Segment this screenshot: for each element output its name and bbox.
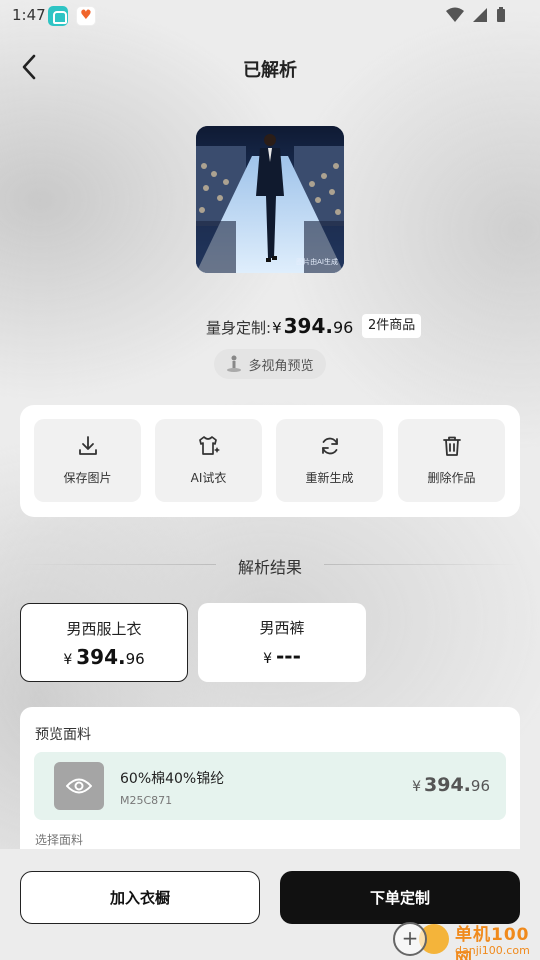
page-title: 已解析 [243,60,297,81]
fabric-price-currency: ¥ [412,779,422,795]
fabric-code: M25C871 [120,794,173,807]
plus-circle-icon: + [393,922,427,956]
divider-line-right [324,564,520,565]
multiview-label: 多视角预览 [248,358,314,374]
delete-work-button[interactable]: 删除作品 [398,419,505,502]
multiview-preview-button[interactable]: 多视角预览 [214,349,326,379]
trash-icon [442,436,461,456]
price-decimal: 96 [332,318,354,337]
select-fabric-label: 选择面料 [35,833,84,847]
save-image-button[interactable]: 保存图片 [34,419,141,502]
result-item-trousers[interactable]: 男西裤 ¥ --- [198,603,366,682]
save-image-label: 保存图片 [63,471,112,485]
fabric-card: 预览面料 60%棉40%锦纶 M25C871 ¥ 394. 96 选择面料 [20,707,520,849]
total-price: 量身定制: ¥ 394. 96 [206,314,353,340]
result-price-integer: 394. [76,645,126,669]
runway-model-illustration [196,126,344,273]
price-currency: ¥ [272,319,282,337]
analysis-result-divider: 解析结果 [20,552,520,578]
result-item-name: 男西服上衣 [66,620,142,638]
fabric-preview-button[interactable] [54,762,104,810]
download-icon [78,436,97,455]
regenerate-button[interactable]: 重新生成 [276,419,383,502]
price-integer: 394. [283,314,333,338]
result-item-name: 男西裤 [259,619,305,637]
shirt-sparkle-icon [198,436,220,455]
status-bar: 1:47 ♥ [0,0,540,32]
person-stand-icon [227,355,242,372]
status-indicators [446,7,506,23]
fabric-price-integer: 394. [424,774,471,796]
add-to-wardrobe-button[interactable]: 加入衣橱 [20,871,260,924]
status-time: 1:47 [12,6,46,24]
fabric-name: 60%棉40%锦纶 [120,771,225,787]
place-order-button[interactable]: 下单定制 [280,871,520,924]
fabric-option[interactable]: 60%棉40%锦纶 M25C871 ¥ 394. 96 [34,752,506,820]
action-card: 保存图片 AI试衣 重新生成 删除作品 [20,405,520,517]
price-label: 量身定制: [206,319,272,337]
heart-app-icon: ♥ [76,6,96,26]
signal-icon [473,8,487,22]
refresh-icon [321,437,338,455]
result-item-price: ¥ --- [198,644,366,668]
ai-generated-watermark: 图片由AI生成 [296,258,338,266]
fabric-price: ¥ 394. 96 [412,774,490,796]
ai-try-on-label: AI试衣 [190,471,227,485]
fabric-section-title: 预览面料 [35,727,91,743]
result-price-decimal: 96 [125,650,145,668]
site-watermark: + 单机100网 danji100.com [393,920,540,960]
section-title: 解析结果 [237,558,302,577]
watermark-site-url: danji100.com [455,944,530,957]
delete-work-label: 删除作品 [427,471,476,485]
items-count-badge[interactable]: 2件商品 [362,314,422,338]
eye-icon [66,778,92,794]
fabric-price-decimal: 96 [470,777,490,795]
regenerate-label: 重新生成 [305,471,354,485]
app-notification-icon [48,6,68,26]
generated-outfit-image[interactable]: 图片由AI生成 [196,126,344,273]
wifi-icon [446,7,464,22]
result-item-jacket[interactable]: 男西服上衣 ¥ 394. 96 [20,603,188,682]
result-item-price: ¥ 394. 96 [21,645,187,669]
ai-try-on-button[interactable]: AI试衣 [155,419,262,502]
result-price-integer: --- [276,644,301,668]
result-price-currency: ¥ [63,652,73,668]
result-price-currency: ¥ [263,651,272,667]
battery-icon [497,7,505,22]
